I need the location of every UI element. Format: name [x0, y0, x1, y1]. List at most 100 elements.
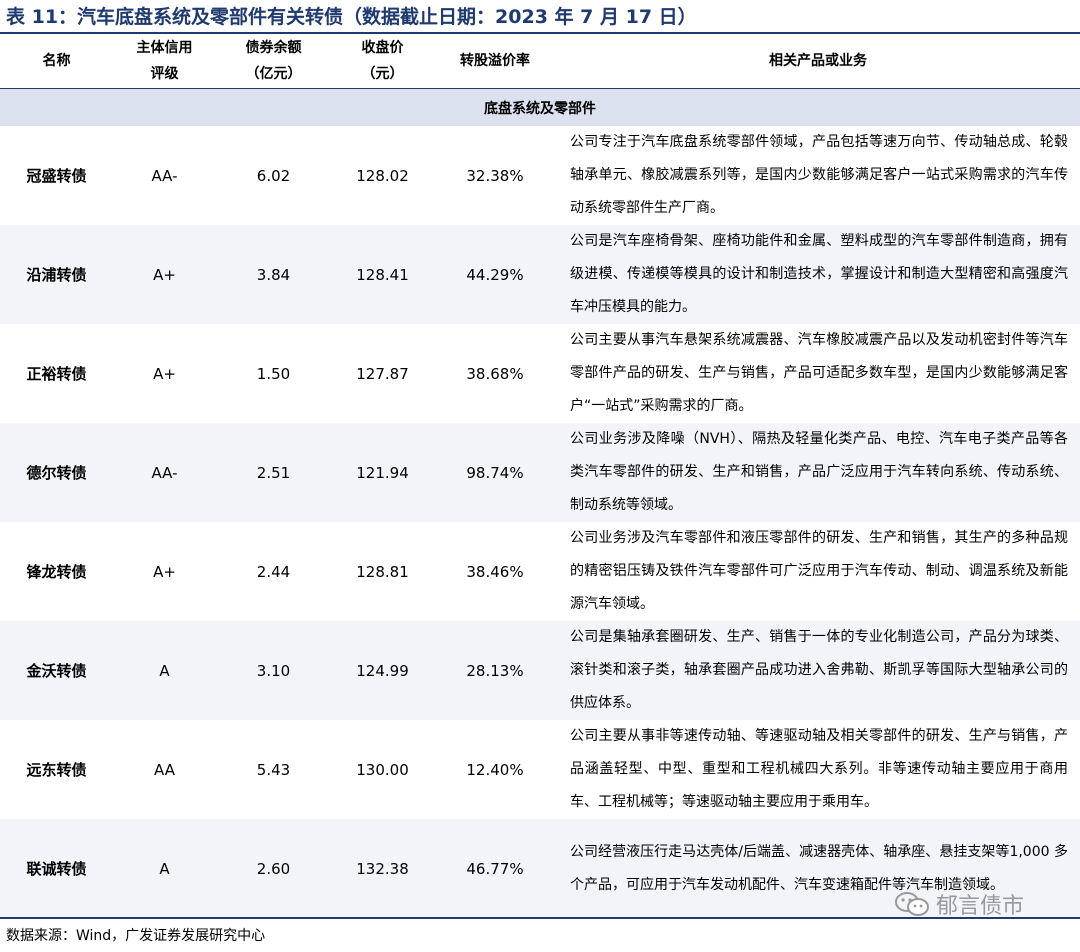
cell-rating: A+ [113, 522, 216, 621]
cell-price-text: 128.41 [356, 265, 409, 284]
cell-business-text: 公司业务涉及汽车零部件和液压零部件的研发、生产和销售，其生产的多种品规的精密铝压… [570, 530, 1068, 612]
cell-name: 联诚转债 [0, 819, 113, 918]
cell-price-text: 124.99 [356, 661, 409, 680]
header-premium-label: 转股溢价率 [460, 52, 530, 69]
cell-premium-text: 46.77% [466, 859, 524, 878]
section-row: 底盘系统及零部件 [0, 88, 1080, 126]
cell-business: 公司业务涉及汽车零部件和液压零部件的研发、生产和销售，其生产的多种品规的精密铝压… [570, 522, 1070, 621]
cell-price: 121.94 [331, 423, 434, 522]
cell-premium: 12.40% [434, 720, 556, 819]
cell-balance: 1.50 [216, 324, 331, 423]
table-row: 远东转债 AA 5.43 130.00 12.40% 公司主要从事非等速传动轴、等速驱动轴… [0, 720, 1080, 819]
cell-name-text: 沿浦转债 [26, 266, 87, 284]
table-header: 名称 主体信用 评级 债券余额 （亿元） 收盘价 （元） 转股溢价率 相关产品或… [0, 33, 1080, 88]
cell-name: 沿浦转债 [0, 225, 113, 324]
cell-business: 公司业务涉及降噪（NVH）、隔热及轻量化类产品、电控、汽车电子类产品等各类汽车零… [570, 423, 1070, 522]
cell-premium-text: 44.29% [466, 265, 524, 284]
cell-price-text: 128.81 [356, 562, 409, 581]
cell-rating-text: AA- [151, 463, 178, 482]
cell-premium: 46.77% [434, 819, 556, 918]
header-price-line1: 收盘价 [361, 39, 404, 56]
cell-rating: AA- [113, 126, 216, 225]
cell-price: 128.41 [331, 225, 434, 324]
cell-business: 公司主要从事非等速传动轴、等速驱动轴及相关零部件的研发、生产与销售，产品涵盖轻型… [570, 720, 1070, 819]
cell-rating-text: A+ [153, 265, 176, 284]
header-name-label: 名称 [42, 52, 71, 69]
cell-business-text: 公司主要从事非等速传动轴、等速驱动轴及相关零部件的研发、生产与销售，产品涵盖轻型… [570, 728, 1068, 810]
cell-name: 正裕转债 [0, 324, 113, 423]
cell-name: 德尔转债 [0, 423, 113, 522]
cell-balance-text: 5.43 [256, 760, 291, 779]
cell-balance-text: 3.10 [256, 661, 291, 680]
cell-price-text: 130.00 [356, 760, 409, 779]
table-row: 德尔转债 AA- 2.51 121.94 98.74% 公司业务涉及降噪（NVH）、隔热及… [0, 423, 1080, 522]
cell-balance-text: 6.02 [256, 166, 291, 185]
table-row: 正裕转债 A+ 1.50 127.87 38.68% 公司主要从事汽车悬架系统减震器、汽车… [0, 324, 1080, 423]
cell-balance-text: 2.44 [256, 562, 291, 581]
cell-rating-text: A+ [153, 364, 176, 383]
cell-balance: 2.44 [216, 522, 331, 621]
cell-name-text: 正裕转债 [26, 365, 87, 383]
cell-premium-text: 28.13% [466, 661, 524, 680]
cell-business: 公司是汽车座椅骨架、座椅功能件和金属、塑料成型的汽车零部件制造商，拥有级进模、传… [570, 225, 1070, 324]
cell-business-text: 公司是集轴承套圈研发、生产、销售于一体的专业化制造公司，产品分为球类、滚针类和滚… [570, 629, 1068, 711]
cell-balance: 3.84 [216, 225, 331, 324]
cell-price-text: 132.38 [356, 859, 409, 878]
header-rating: 主体信用 评级 [113, 33, 216, 88]
cell-premium: 38.46% [434, 522, 556, 621]
cell-business: 公司主要从事汽车悬架系统减震器、汽车橡胶减震产品以及发动机密封件等汽车零部件产品… [570, 324, 1070, 423]
header-premium: 转股溢价率 [434, 33, 556, 88]
cell-premium-text: 38.68% [466, 364, 524, 383]
cell-price-text: 127.87 [356, 364, 409, 383]
cell-premium-text: 12.40% [466, 760, 524, 779]
header-price: 收盘价 （元） [331, 33, 434, 88]
cell-balance: 6.02 [216, 126, 331, 225]
table-row: 冠盛转债 AA- 6.02 128.02 32.38% 公司专注于汽车底盘系统零部件领域，… [0, 126, 1080, 225]
wechat-icon [895, 892, 929, 916]
section-label: 底盘系统及零部件 [484, 100, 596, 117]
cell-name: 锋龙转债 [0, 522, 113, 621]
table-row: 沿浦转债 A+ 3.84 128.41 44.29% 公司是汽车座椅骨架、座椅功能件和金属… [0, 225, 1080, 324]
cell-name-text: 金沃转债 [26, 662, 87, 680]
cell-name: 远东转债 [0, 720, 113, 819]
header-balance-line1: 债券余额 [245, 39, 302, 56]
cell-premium: 28.13% [434, 621, 556, 720]
cell-premium: 38.68% [434, 324, 556, 423]
cell-price-text: 128.02 [356, 166, 409, 185]
cell-name: 金沃转债 [0, 621, 113, 720]
cell-name-text: 冠盛转债 [26, 167, 87, 185]
header-balance-line2: （亿元） [245, 65, 302, 82]
watermark: 郁言债市 [894, 888, 1024, 920]
table-row: 金沃转债 A 3.10 124.99 28.13% 公司是集轴承套圈研发、生产、销售于一体… [0, 621, 1080, 720]
cell-balance-text: 2.51 [256, 463, 291, 482]
cell-business-text: 公司业务涉及降噪（NVH）、隔热及轻量化类产品、电控、汽车电子类产品等各类汽车零… [570, 431, 1068, 513]
cell-premium-text: 98.74% [466, 463, 524, 482]
header-name: 名称 [0, 33, 113, 88]
header-balance: 债券余额 （亿元） [216, 33, 331, 88]
cell-balance-text: 3.84 [256, 265, 291, 284]
cell-name-text: 联诚转债 [26, 860, 87, 878]
cell-price: 132.38 [331, 819, 434, 918]
cell-price-text: 121.94 [356, 463, 409, 482]
cell-price: 124.99 [331, 621, 434, 720]
header-business: 相关产品或业务 [556, 33, 1080, 88]
cell-business-text: 公司专注于汽车底盘系统零部件领域，产品包括等速万向节、传动轴总成、轮毂轴承单元、… [570, 134, 1068, 216]
cell-name-text: 远东转债 [26, 761, 87, 779]
cell-balance-text: 2.60 [256, 859, 291, 878]
watermark-text: 郁言债市 [936, 894, 1025, 919]
cell-business: 公司专注于汽车底盘系统零部件领域，产品包括等速万向节、传动轴总成、轮毂轴承单元、… [570, 126, 1070, 225]
cell-rating-text: A [159, 661, 170, 680]
cell-rating-text: A+ [153, 562, 176, 581]
header-price-line2: （元） [361, 65, 404, 82]
cell-balance: 2.60 [216, 819, 331, 918]
cell-business-text: 公司是汽车座椅骨架、座椅功能件和金属、塑料成型的汽车零部件制造商，拥有级进模、传… [570, 233, 1068, 315]
cell-rating: AA [113, 720, 216, 819]
cell-price: 130.00 [331, 720, 434, 819]
header-rating-line2: 评级 [150, 65, 179, 82]
cell-business-text: 公司主要从事汽车悬架系统减震器、汽车橡胶减震产品以及发动机密封件等汽车零部件产品… [570, 332, 1068, 414]
cell-premium-text: 32.38% [466, 166, 524, 185]
cell-rating: A [113, 819, 216, 918]
cell-price: 128.02 [331, 126, 434, 225]
table-row: 锋龙转债 A+ 2.44 128.81 38.46% 公司业务涉及汽车零部件和液压零部件的… [0, 522, 1080, 621]
cell-rating: AA- [113, 423, 216, 522]
